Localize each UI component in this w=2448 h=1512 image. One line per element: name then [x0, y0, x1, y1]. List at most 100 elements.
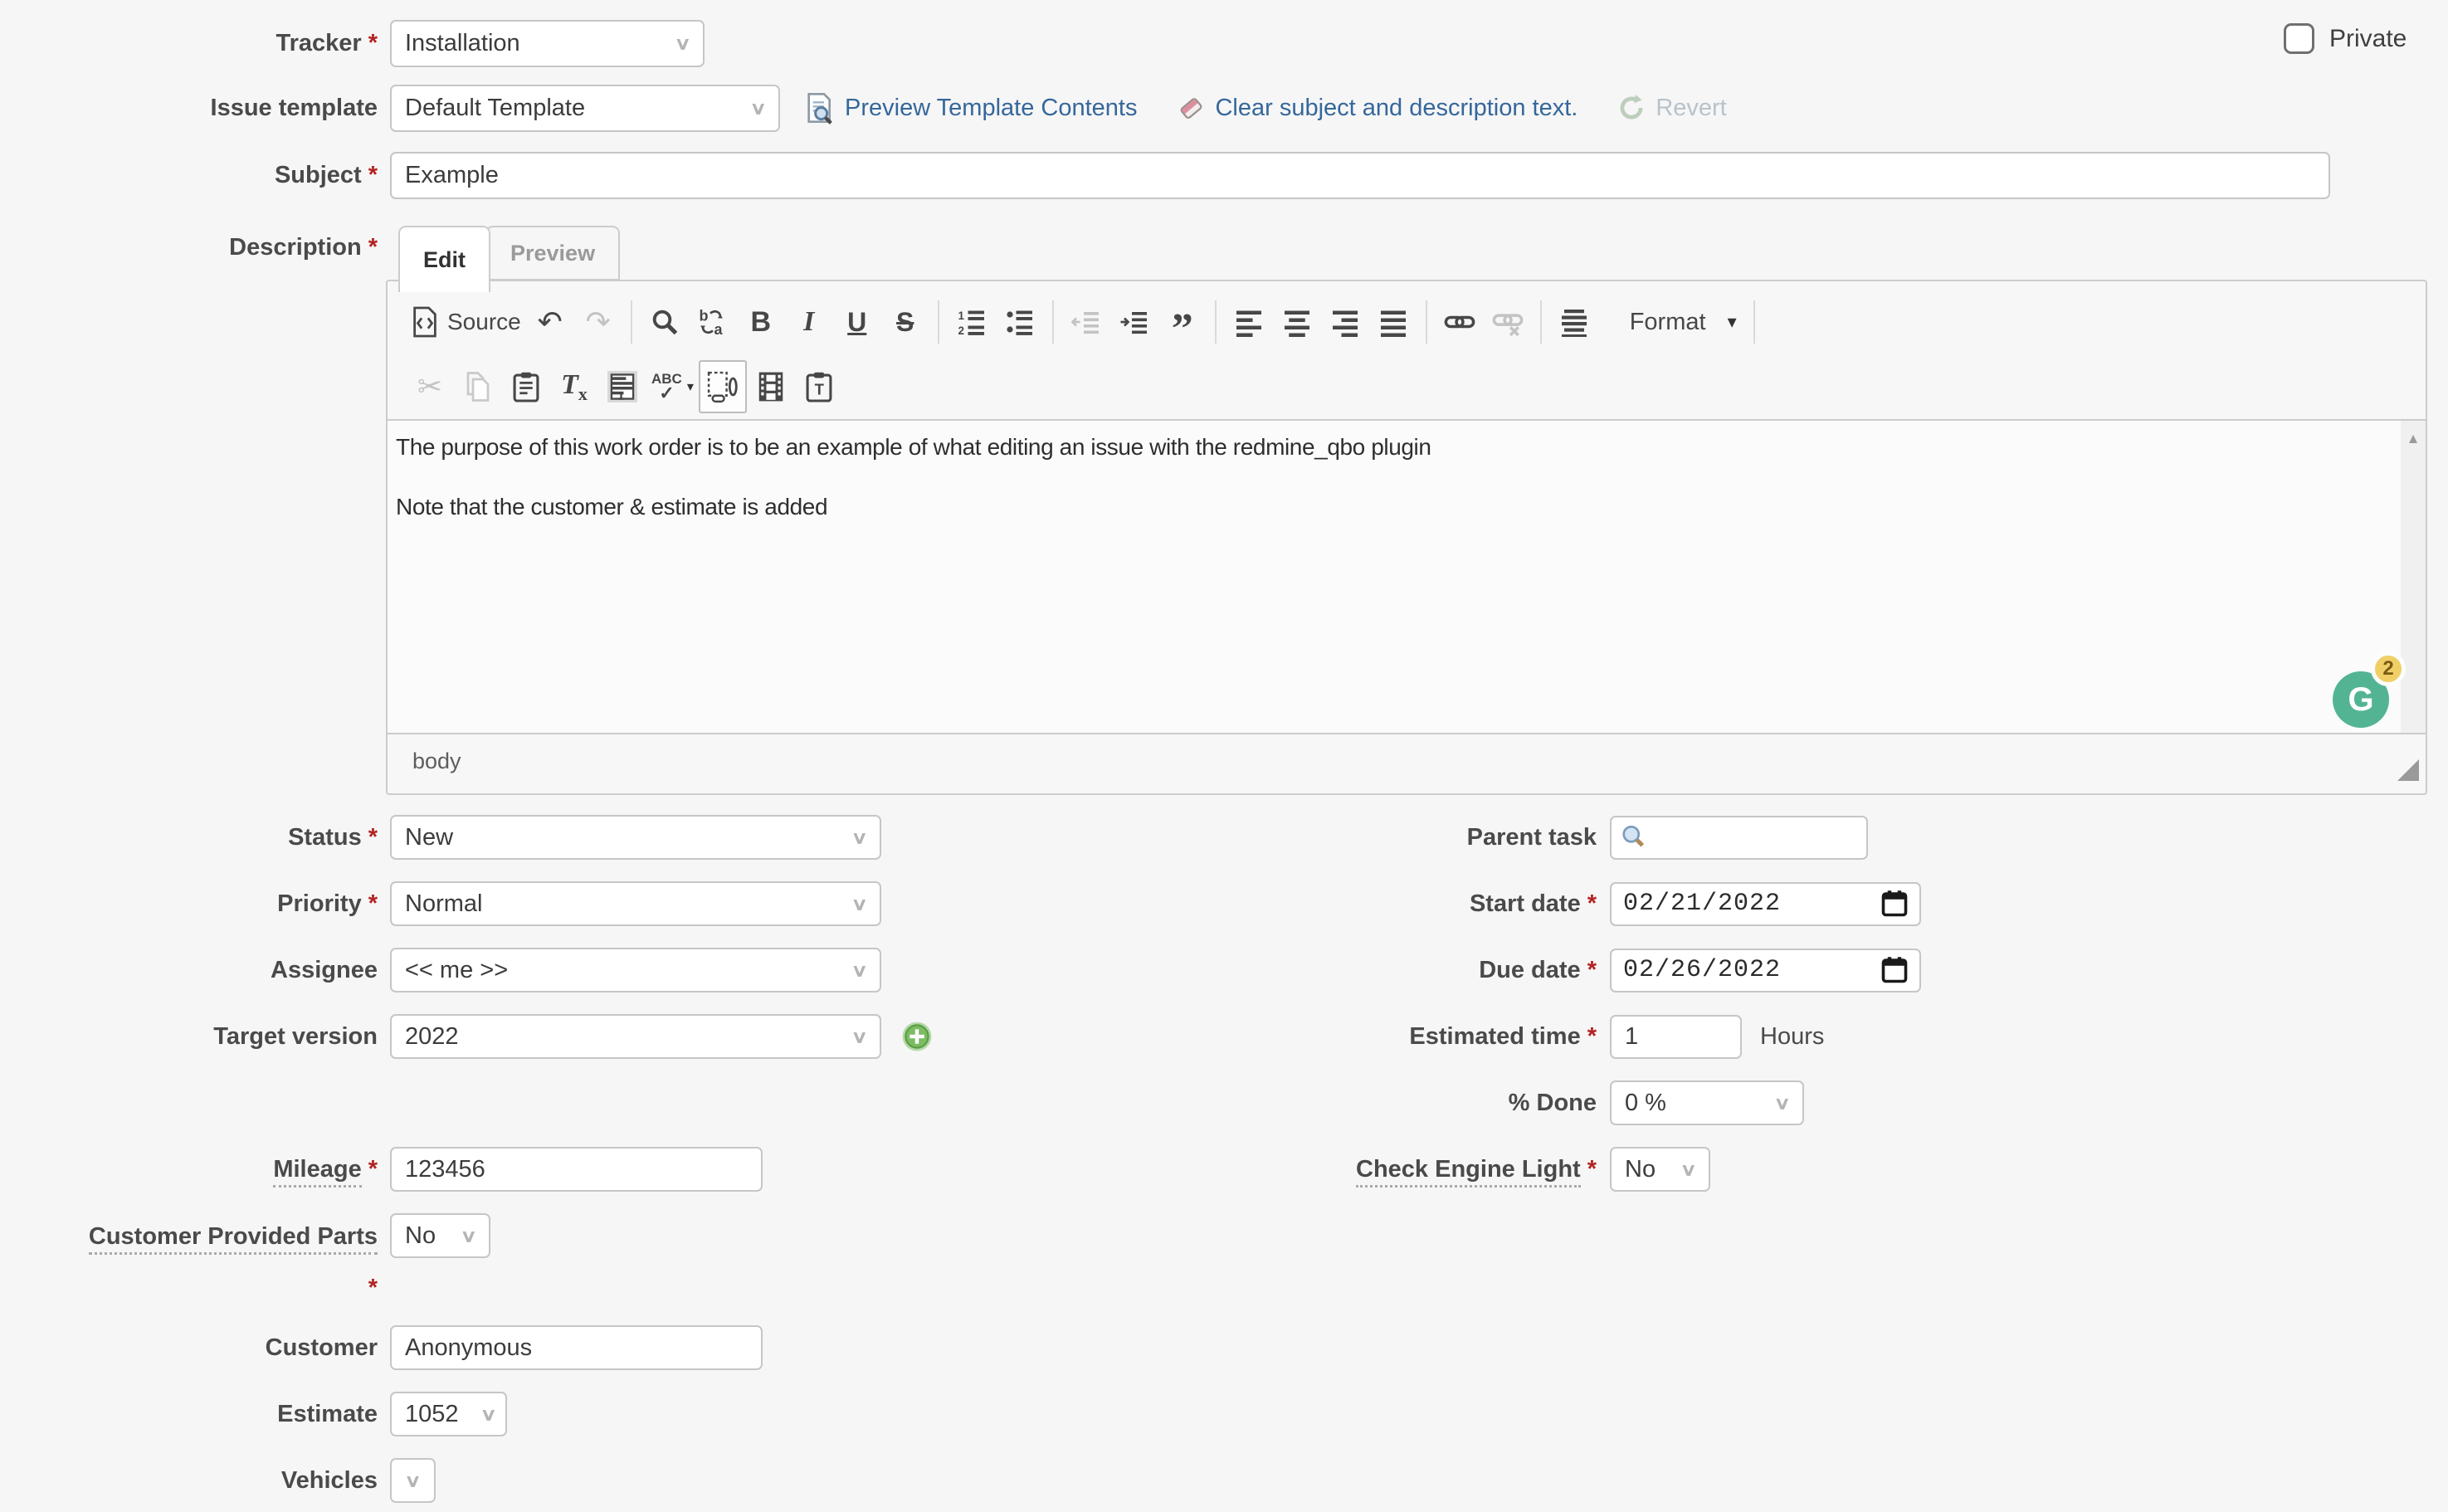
attr-row: Priority* Normal ∨ Start date* 02/21/202… [0, 871, 2448, 937]
clear-subject-link[interactable]: Clear subject and description text. [1175, 92, 1578, 124]
estimate-label: Estimate [0, 1400, 390, 1428]
numbered-list-icon: 1 2 [957, 307, 987, 337]
chevron-down-icon: ∨ [480, 1404, 498, 1425]
strikethrough-button[interactable]: S [881, 295, 929, 349]
bold-button[interactable]: B [737, 295, 785, 349]
assignee-label: Assignee [0, 956, 390, 984]
chevron-down-icon: ∨ [404, 1471, 422, 1491]
customer-label: Customer [0, 1334, 390, 1362]
attr-row: Vehicles ∨ [0, 1447, 2448, 1512]
bulleted-list-button[interactable] [996, 295, 1044, 349]
justify-icon [1378, 307, 1408, 337]
show-blocks-button[interactable] [699, 360, 747, 413]
align-center-button[interactable] [1273, 295, 1321, 349]
blockquote-button[interactable]: ” [1158, 295, 1207, 349]
link-button[interactable] [1436, 295, 1484, 349]
attr-row: Mileage* Check Engine Light* No ∨ [0, 1136, 2448, 1202]
div-container-icon [1559, 307, 1589, 337]
find-button[interactable] [641, 295, 689, 349]
select-all-icon [607, 371, 637, 402]
due-date-label: Due date* [1231, 956, 1610, 984]
tracker-select[interactable]: Installation ∨ [390, 20, 705, 67]
indent-button[interactable] [1110, 295, 1158, 349]
status-select[interactable]: New ∨ [390, 815, 881, 860]
svg-text:b: b [699, 308, 708, 324]
media-button[interactable] [747, 360, 795, 413]
replace-button[interactable]: b a [689, 295, 737, 349]
underline-button[interactable]: U [833, 295, 881, 349]
assignee-select[interactable]: << me >> ∨ [390, 948, 881, 993]
svg-text:1: 1 [958, 310, 964, 322]
percent-done-select[interactable]: 0 % ∨ [1610, 1080, 1804, 1125]
editor-content-area[interactable]: The purpose of this work order is to be … [388, 419, 2426, 733]
chevron-down-icon: ∨ [675, 33, 692, 54]
grammarly-badge: 2 [2371, 651, 2406, 686]
element-path-body[interactable]: body [412, 749, 461, 774]
copy-button[interactable] [454, 360, 502, 413]
attr-row: % Done 0 % ∨ [0, 1070, 2448, 1136]
align-right-button[interactable] [1321, 295, 1369, 349]
customer-input[interactable] [390, 1325, 763, 1370]
toolbar-separator [1426, 300, 1427, 344]
status-label: Status* [0, 823, 390, 851]
mileage-label: Mileage* [0, 1155, 390, 1183]
private-checkbox[interactable] [2284, 23, 2314, 54]
parent-task-input[interactable] [1610, 816, 1868, 860]
preview-document-icon [803, 91, 836, 124]
editor-content: The purpose of this work order is to be … [388, 421, 2426, 522]
numbered-list-button[interactable]: 1 2 [948, 295, 996, 349]
outdent-icon [1071, 307, 1101, 337]
due-date-input[interactable]: 02/26/2022 [1610, 949, 1921, 993]
outdent-button[interactable] [1062, 295, 1110, 349]
div-container-button[interactable] [1550, 295, 1598, 349]
chevron-down-icon: ∨ [851, 1027, 869, 1047]
revert-link[interactable]: Revert [1616, 92, 1726, 124]
subject-input[interactable] [390, 152, 2330, 199]
show-blocks-icon [706, 370, 739, 403]
align-left-button[interactable] [1225, 295, 1273, 349]
target-version-select[interactable]: 2022 ∨ [390, 1014, 881, 1059]
estimate-select[interactable]: 1052 ∨ [390, 1392, 507, 1436]
editor-scrollbar[interactable]: ▲ [2401, 421, 2426, 733]
priority-label: Priority* [0, 890, 390, 918]
cut-button[interactable]: ✂ [406, 360, 454, 413]
redo-button[interactable]: ↷ [574, 295, 622, 349]
start-date-input[interactable]: 02/21/2022 [1610, 882, 1921, 926]
source-button[interactable]: Source [406, 295, 526, 349]
paste-template-button[interactable]: T [795, 360, 843, 413]
format-dropdown[interactable]: Format ▾ [1621, 309, 1745, 336]
caret-down-icon: ▾ [1728, 311, 1737, 333]
toolbar-row-2: ✂ [406, 354, 2426, 419]
mileage-input[interactable] [390, 1147, 763, 1192]
customer-provided-parts-select[interactable]: No ∨ [390, 1213, 490, 1258]
issue-template-select[interactable]: Default Template ∨ [390, 85, 780, 132]
undo-button[interactable]: ↶ [526, 295, 574, 349]
add-version-button[interactable] [901, 1021, 933, 1052]
toolbar-separator [938, 300, 939, 344]
caret-down-icon: ▾ [687, 378, 694, 395]
priority-select[interactable]: Normal ∨ [390, 881, 881, 926]
justify-button[interactable] [1369, 295, 1417, 349]
preview-template-link[interactable]: Preview Template Contents [803, 91, 1137, 124]
unlink-button[interactable] [1484, 295, 1532, 349]
attr-row: Estimate 1052 ∨ [0, 1381, 2448, 1447]
target-version-label: Target version [0, 1022, 390, 1051]
paste-button[interactable] [502, 360, 550, 413]
tab-edit[interactable]: Edit [398, 226, 490, 292]
editor-elements-path: body [388, 733, 2426, 788]
remove-format-button[interactable]: Tx [550, 360, 598, 413]
check-engine-light-select[interactable]: No ∨ [1610, 1147, 1710, 1192]
toolbar-row-1: Source ↶ ↷ [406, 290, 2426, 354]
resize-grip[interactable] [2397, 759, 2419, 781]
toolbar-separator [1052, 300, 1054, 344]
estimated-time-input[interactable] [1610, 1015, 1742, 1059]
scroll-up-icon[interactable]: ▲ [2401, 431, 2426, 447]
vehicles-select[interactable]: ∨ [390, 1458, 436, 1503]
vehicles-label: Vehicles [0, 1466, 390, 1495]
tab-preview[interactable]: Preview [485, 226, 620, 280]
bulleted-list-icon [1005, 307, 1035, 337]
italic-button[interactable]: I [785, 295, 833, 349]
select-all-button[interactable] [598, 360, 646, 413]
spellcheck-button[interactable]: ABC ✓ ▾ [646, 360, 699, 413]
tracker-row: Tracker* Installation ∨ [0, 18, 705, 68]
